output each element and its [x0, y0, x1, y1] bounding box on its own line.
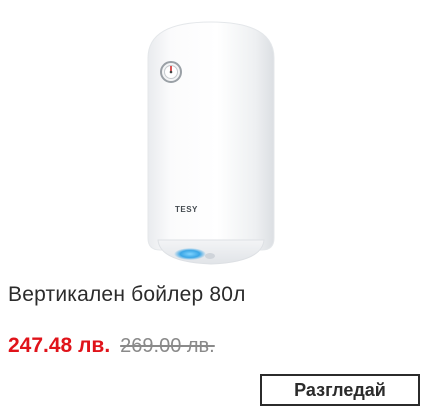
thermometer-icon: [160, 61, 182, 83]
view-product-button[interactable]: Разгледай: [260, 374, 420, 406]
product-card: TESY Вертикален бойлер 80л 247.48 лв. 26…: [0, 0, 431, 417]
brand-logo: TESY: [175, 205, 198, 214]
water-heater-image: TESY: [147, 21, 275, 265]
current-price: 247.48 лв.: [8, 334, 111, 357]
product-image[interactable]: TESY: [0, 0, 431, 278]
old-price: 269.00 лв.: [120, 335, 215, 357]
thermostat-light: [174, 248, 206, 260]
product-title[interactable]: Вертикален бойлер 80л: [8, 283, 246, 307]
price-row: 247.48 лв. 269.00 лв.: [8, 334, 215, 358]
tank-body: [147, 21, 275, 251]
tank-bottom-cap: [157, 239, 265, 265]
